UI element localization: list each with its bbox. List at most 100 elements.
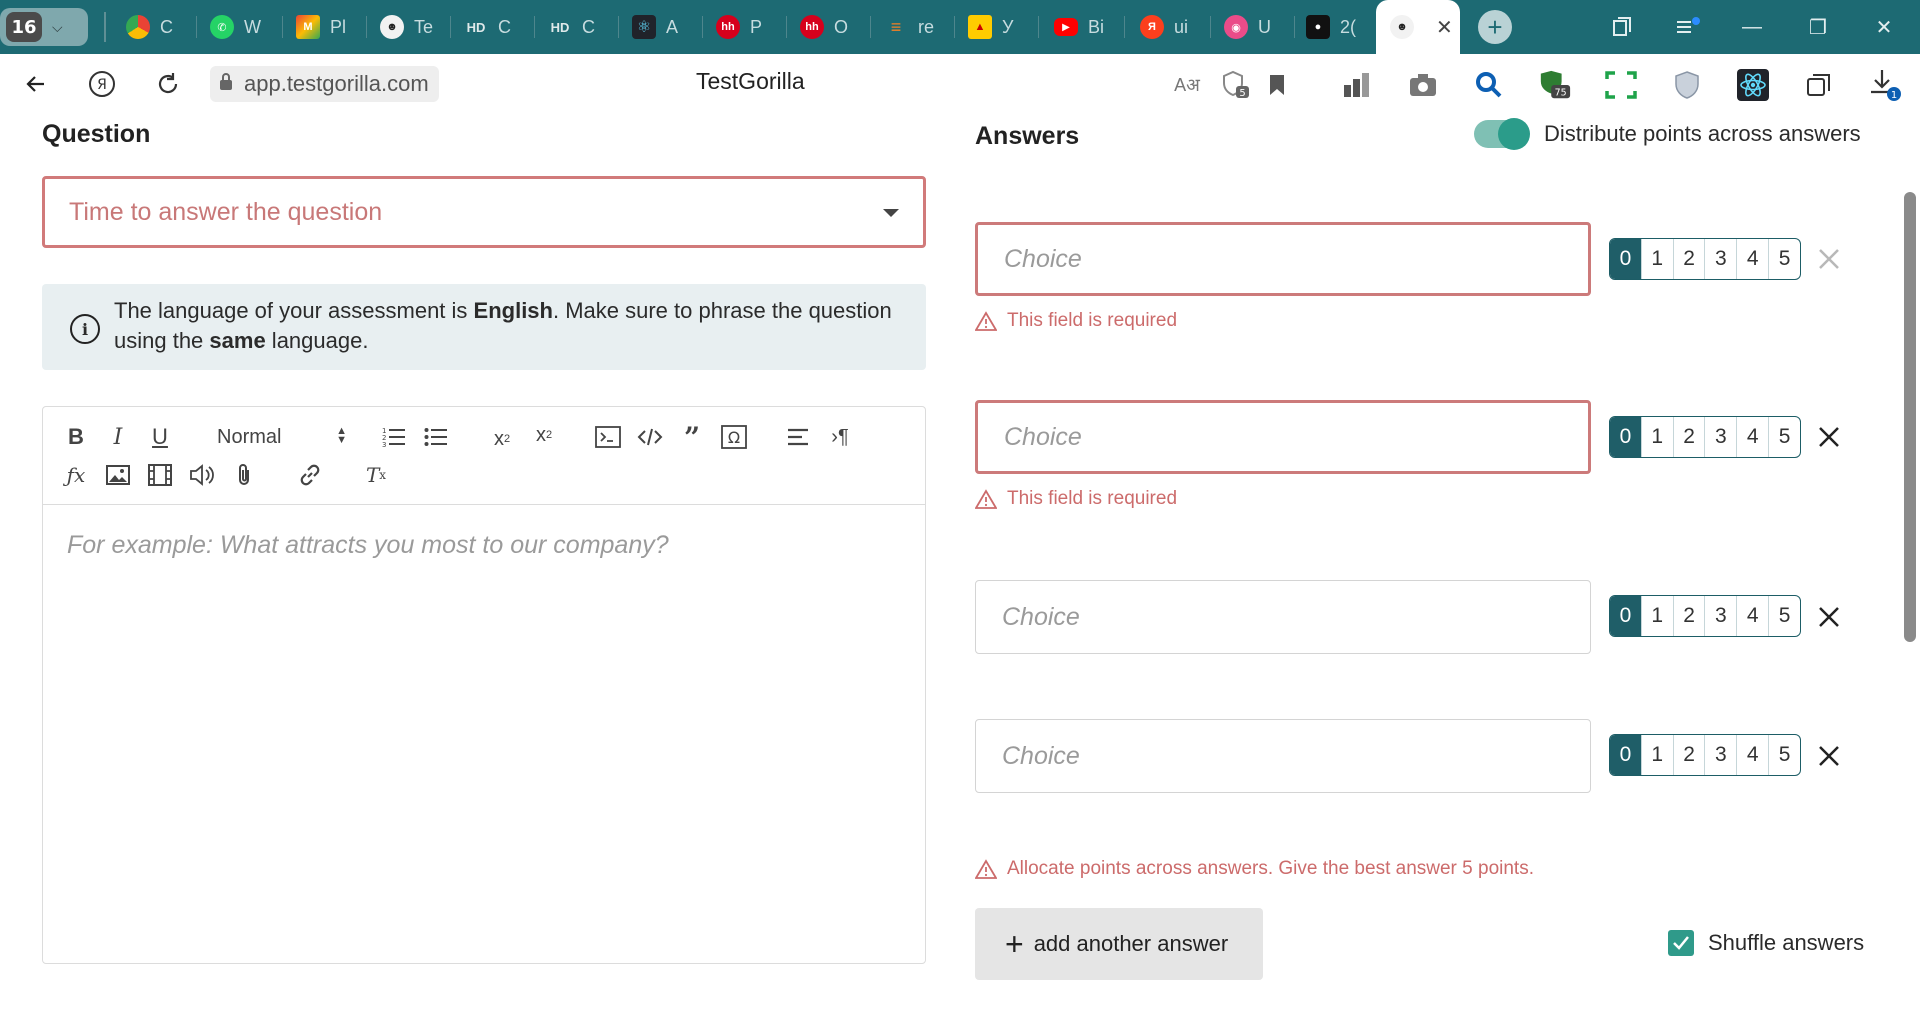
- browser-tab[interactable]: ≡ re: [884, 8, 940, 46]
- remove-choice-icon[interactable]: [1816, 743, 1844, 771]
- active-browser-tab[interactable]: ☻ ✕: [1376, 0, 1460, 54]
- add-another-answer-button[interactable]: + add another answer: [975, 908, 1263, 980]
- ordered-list-icon[interactable]: 123: [377, 421, 411, 453]
- bullet-list-icon[interactable]: [419, 421, 453, 453]
- extension-badge-icon[interactable]: 75: [1538, 68, 1572, 102]
- points-option[interactable]: 5: [1769, 417, 1800, 457]
- choice-input-2[interactable]: Choice: [975, 400, 1591, 474]
- remove-choice-icon[interactable]: [1816, 604, 1844, 632]
- superscript-icon[interactable]: x2: [527, 419, 561, 451]
- hd-icon: HD: [550, 19, 570, 35]
- menu-icon[interactable]: [1668, 10, 1708, 44]
- points-option[interactable]: 0: [1610, 735, 1642, 775]
- browser-tab[interactable]: ● 2(: [1306, 8, 1362, 46]
- video-icon[interactable]: [143, 459, 177, 491]
- browser-tab[interactable]: hh P: [716, 8, 772, 46]
- browser-tab[interactable]: ☻ Te: [380, 8, 436, 46]
- minimize-icon[interactable]: —: [1732, 10, 1772, 44]
- shuffle-answers-checkbox[interactable]: [1668, 930, 1694, 956]
- browser-tab[interactable]: C: [126, 8, 182, 46]
- camera-icon[interactable]: [1406, 68, 1440, 102]
- browser-tab[interactable]: ▲ У: [968, 8, 1024, 46]
- points-option[interactable]: 1: [1642, 239, 1674, 279]
- browser-tab[interactable]: Я ui: [1140, 8, 1196, 46]
- browser-tab[interactable]: ▶ Bi: [1054, 8, 1110, 46]
- new-tab-button[interactable]: +: [1478, 10, 1512, 44]
- points-option[interactable]: 4: [1737, 735, 1770, 775]
- downloads-icon[interactable]: 1: [1868, 68, 1902, 102]
- points-option[interactable]: 5: [1769, 239, 1800, 279]
- special-character-icon[interactable]: Ω: [717, 421, 751, 453]
- points-option[interactable]: 2: [1674, 417, 1706, 457]
- points-option[interactable]: 4: [1737, 417, 1770, 457]
- tab-counter-button[interactable]: 16 ⌵: [0, 8, 88, 46]
- points-option[interactable]: 4: [1737, 239, 1770, 279]
- shield-icon[interactable]: 5: [1218, 68, 1252, 102]
- reload-icon[interactable]: [152, 68, 184, 100]
- browser-tab[interactable]: ✆ W: [210, 8, 266, 46]
- align-icon[interactable]: [781, 421, 815, 453]
- points-option[interactable]: 1: [1642, 417, 1674, 457]
- points-option[interactable]: 1: [1642, 596, 1674, 636]
- points-option[interactable]: 3: [1705, 239, 1738, 279]
- link-icon[interactable]: [293, 459, 327, 491]
- choice-input-4[interactable]: Choice: [975, 719, 1591, 793]
- points-option[interactable]: 2: [1674, 239, 1706, 279]
- inline-code-icon[interactable]: [633, 421, 667, 453]
- text-direction-icon[interactable]: ›¶: [823, 421, 857, 453]
- yandex-logo-icon[interactable]: Я: [86, 68, 118, 100]
- close-window-icon[interactable]: ✕: [1864, 10, 1904, 44]
- points-option[interactable]: 2: [1674, 735, 1706, 775]
- bookmarks-panel-icon[interactable]: [1602, 10, 1642, 44]
- points-option[interactable]: 0: [1610, 596, 1642, 636]
- points-option[interactable]: 3: [1705, 417, 1738, 457]
- text-format-select[interactable]: Normal ▲ ▼: [217, 421, 347, 453]
- code-block-icon[interactable]: [591, 421, 625, 453]
- stats-extension-icon[interactable]: [1340, 68, 1374, 102]
- url-field[interactable]: app.testgorilla.com: [210, 66, 439, 102]
- browser-tab[interactable]: hh O: [800, 8, 856, 46]
- audio-icon[interactable]: [185, 459, 219, 491]
- points-option[interactable]: 5: [1769, 735, 1800, 775]
- distribute-points-toggle[interactable]: [1474, 118, 1530, 150]
- browser-tab[interactable]: M Pl: [296, 8, 352, 46]
- screen-capture-icon[interactable]: [1604, 68, 1638, 102]
- browser-tab[interactable]: HD C: [464, 8, 520, 46]
- italic-icon[interactable]: I: [101, 421, 135, 453]
- attachment-icon[interactable]: [227, 459, 261, 491]
- react-devtools-icon[interactable]: [1736, 68, 1770, 102]
- browser-tab[interactable]: HD C: [548, 8, 604, 46]
- points-option[interactable]: 1: [1642, 735, 1674, 775]
- image-icon[interactable]: [101, 459, 135, 491]
- search-icon[interactable]: [1472, 68, 1506, 102]
- subscript-icon[interactable]: x2: [485, 423, 519, 455]
- bookmark-icon[interactable]: [1260, 68, 1294, 102]
- bold-icon[interactable]: B: [59, 421, 93, 453]
- underline-icon[interactable]: U: [143, 421, 177, 453]
- collections-icon[interactable]: [1802, 68, 1836, 102]
- restore-icon[interactable]: ❐: [1798, 10, 1838, 44]
- browser-tab[interactable]: ⚛ A: [632, 8, 688, 46]
- points-option[interactable]: 0: [1610, 239, 1642, 279]
- browser-tab[interactable]: ◉ U: [1224, 8, 1280, 46]
- choice-input-3[interactable]: Choice: [975, 580, 1591, 654]
- close-tab-icon[interactable]: ✕: [1436, 15, 1453, 40]
- choice-input-1[interactable]: Choice: [975, 222, 1591, 296]
- points-option[interactable]: 5: [1769, 596, 1800, 636]
- blockquote-icon[interactable]: ”: [675, 421, 709, 454]
- translate-icon[interactable]: Aअ: [1170, 68, 1204, 102]
- points-option[interactable]: 3: [1705, 735, 1738, 775]
- points-option[interactable]: 3: [1705, 596, 1738, 636]
- points-option[interactable]: 0: [1610, 417, 1642, 457]
- security-shield-icon[interactable]: [1670, 68, 1704, 102]
- clear-formatting-icon[interactable]: Tx: [359, 459, 393, 491]
- points-option[interactable]: 2: [1674, 596, 1706, 636]
- back-arrow-icon[interactable]: [20, 68, 52, 100]
- points-option[interactable]: 4: [1737, 596, 1770, 636]
- formula-icon[interactable]: ƒx: [59, 459, 93, 491]
- time-to-answer-select[interactable]: Time to answer the question: [42, 176, 926, 248]
- remove-choice-icon[interactable]: [1816, 246, 1844, 274]
- question-body-placeholder[interactable]: For example: What attracts you most to o…: [67, 531, 669, 560]
- page-scrollbar[interactable]: [1904, 192, 1916, 642]
- remove-choice-icon[interactable]: [1816, 424, 1844, 452]
